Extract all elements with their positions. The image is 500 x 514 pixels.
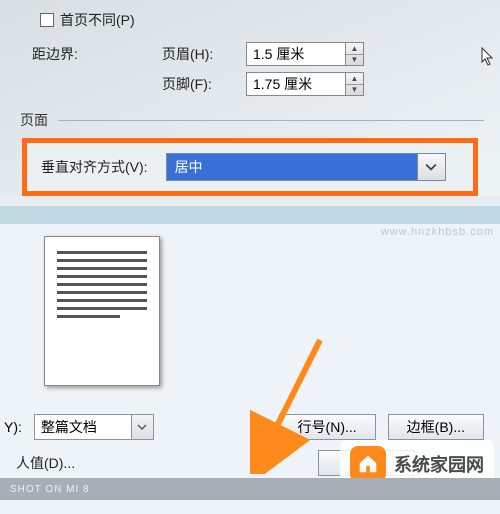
apply-to-select[interactable]: 整篇文档 <box>34 414 154 440</box>
vertical-align-selected[interactable]: 居中 <box>166 153 418 181</box>
spinner-up-icon[interactable]: ▲ <box>346 43 363 55</box>
cursor-icon <box>480 46 498 68</box>
line-numbers-label: 行号(N)... <box>298 417 357 437</box>
vertical-align-dropdown[interactable]: 居中 <box>166 153 446 181</box>
vertical-align-label: 垂直对齐方式(V): <box>41 157 148 177</box>
brand-text: 系统家园网 <box>394 451 484 477</box>
first-page-diff-label: 首页不同(P) <box>60 10 135 30</box>
chevron-down-icon[interactable] <box>418 153 446 181</box>
default-button-label[interactable]: 人值(D)... <box>16 453 75 473</box>
first-page-diff-checkbox[interactable] <box>40 13 54 27</box>
borders-button[interactable]: 边框(B)... <box>388 414 484 440</box>
separator-bar <box>0 206 500 224</box>
header-margin-spinner[interactable]: ▲ ▼ <box>246 42 364 66</box>
spinner-down-icon[interactable]: ▼ <box>346 55 363 66</box>
borders-label: 边框(B)... <box>407 417 465 437</box>
header-margin-label: 页眉(H): <box>162 44 238 64</box>
apply-to-suffix: Y): <box>4 419 22 435</box>
footer-margin-input[interactable] <box>246 72 346 96</box>
page-preview <box>44 236 160 386</box>
line-numbers-button[interactable]: 行号(N)... <box>279 414 376 440</box>
spinner-down-icon[interactable]: ▼ <box>346 85 363 96</box>
from-edge-label: 距边界: <box>32 42 122 64</box>
vertical-align-row: 垂直对齐方式(V): 居中 <box>22 138 478 196</box>
watermark-url: www.hnzkhbsb.com <box>381 226 494 238</box>
footer-margin-spinner[interactable]: ▲ ▼ <box>246 72 364 96</box>
apply-to-value[interactable]: 整篇文档 <box>34 414 132 440</box>
footer-margin-label: 页脚(F): <box>162 74 238 94</box>
house-icon <box>350 446 386 482</box>
groupbox-divider <box>58 120 484 121</box>
chevron-down-icon[interactable] <box>132 414 154 440</box>
spinner-up-icon[interactable]: ▲ <box>346 73 363 85</box>
page-groupbox-label: 页面 <box>20 110 48 130</box>
shot-on-watermark: SHOT ON MI 8 <box>0 478 500 500</box>
header-margin-input[interactable] <box>246 42 346 66</box>
